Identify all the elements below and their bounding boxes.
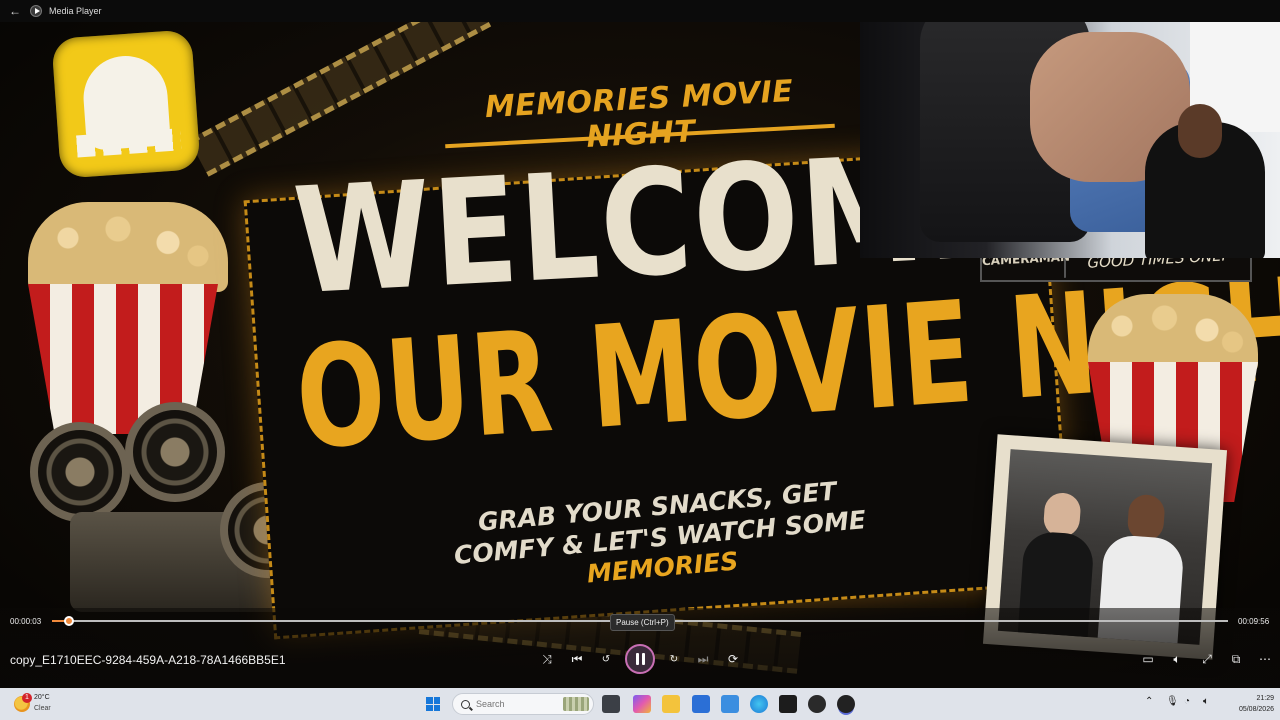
shuffle-icon[interactable]: ⤨ (536, 648, 558, 670)
clock-time: 21:29 (1256, 695, 1274, 702)
fullscreen-icon[interactable]: ⤢ (1196, 648, 1218, 670)
back-arrow-icon[interactable]: ← (0, 4, 30, 18)
search-icon (461, 699, 470, 709)
clock-date: 05/08/2026 (1238, 706, 1274, 713)
more-icon[interactable]: ⋯ (1254, 648, 1276, 670)
next-icon[interactable]: ⏭ (692, 648, 714, 670)
player-controls: 00:00:03 Pause (Ctrl+P) 00:09:56 copy_E1… (0, 608, 1280, 688)
task-view-icon[interactable] (602, 695, 620, 713)
title-bar: ← Media Player (0, 0, 1280, 22)
repeat-off-icon[interactable]: ⟳ (722, 648, 744, 670)
taskbar-search[interactable] (452, 693, 594, 715)
file-explorer-icon[interactable] (662, 695, 680, 713)
current-time: 00:00:03 (10, 617, 42, 626)
snapchat-logo (51, 29, 201, 179)
volume-icon[interactable]: 🔈︎ (1166, 648, 1188, 670)
taskbar-clock[interactable]: 21:29 05/08/2026 (1224, 693, 1274, 715)
weather-widget[interactable]: 1 20°C Clear (12, 692, 82, 716)
webcam-overlay (860, 22, 1280, 258)
pause-tooltip: Pause (Ctrl+P) (610, 614, 675, 631)
search-highlight-icon (563, 697, 589, 711)
weather-condition: Clear (34, 705, 51, 712)
search-input[interactable] (476, 699, 546, 709)
notification-badge: 1 (22, 693, 32, 703)
seek-bar-fill (52, 620, 64, 622)
windows-start-icon[interactable] (426, 697, 440, 711)
pause-icon (635, 653, 639, 665)
pip-icon[interactable]: ⧉ (1225, 648, 1247, 670)
file-name: copy_E1710EEC-9284-459A-A218-78A1466BB5E… (10, 653, 286, 667)
network-icon[interactable]: ◔ (1184, 696, 1190, 707)
copilot-icon[interactable] (633, 695, 651, 713)
weather-temp: 20°C (34, 694, 50, 701)
snapchat-ghost-icon (80, 53, 171, 151)
forward-30-icon[interactable]: ↻ (663, 648, 685, 670)
chevron-up-icon[interactable]: ⌃ (1145, 696, 1153, 707)
duration: 00:09:56 (1238, 617, 1270, 626)
mini-player-icon[interactable]: ▭ (1137, 648, 1159, 670)
previous-icon[interactable]: ⏮ (566, 648, 588, 670)
obs-icon[interactable] (808, 695, 826, 713)
store-icon[interactable] (692, 695, 710, 713)
seek-thumb[interactable] (63, 616, 74, 626)
media-player-app-icon (30, 5, 42, 17)
taskbar: 1 20°C Clear ⌃ 🎙︎ ◔ 🔈︎ 21:29 05/08/2026 (0, 688, 1280, 720)
speaker-icon[interactable]: 🔈︎ (1203, 696, 1209, 707)
video-frame[interactable]: MEMORIES MOVIE NIGHT WELCOME TO OUR MOVI… (0, 22, 1280, 688)
edge-icon[interactable] (750, 695, 768, 713)
capcut-icon[interactable] (779, 695, 797, 713)
outlook-icon[interactable] (721, 695, 739, 713)
microphone-icon[interactable]: 🎙︎ (1166, 696, 1179, 707)
rewind-10-icon[interactable]: ↺ (595, 648, 617, 670)
pause-button[interactable] (625, 644, 655, 674)
window-title: Media Player (49, 6, 102, 16)
media-player-taskbar-icon[interactable] (837, 695, 855, 713)
